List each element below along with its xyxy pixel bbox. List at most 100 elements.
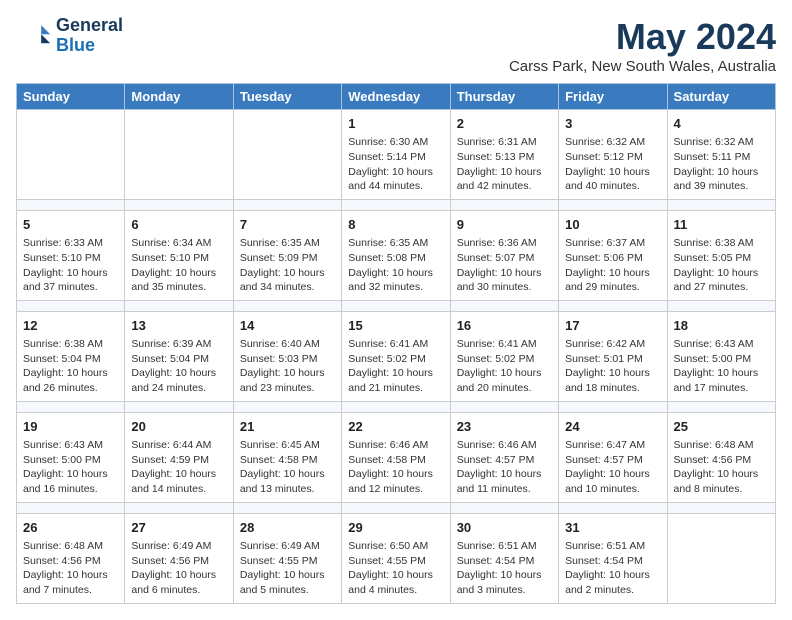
calendar-cell: 25Sunrise: 6:48 AM Sunset: 4:56 PM Dayli… (667, 412, 775, 502)
day-number: 1 (348, 115, 443, 133)
day-number: 23 (457, 418, 552, 436)
header-saturday: Saturday (667, 84, 775, 110)
day-info: Sunrise: 6:43 AM Sunset: 5:00 PM Dayligh… (674, 337, 769, 396)
calendar-cell: 20 Sunrise: 6:44 AM Sunset: 4:59 PM Dayli… (125, 412, 233, 502)
day-number: 7 (240, 216, 335, 234)
day-number: 30 (457, 519, 552, 537)
header-sunday: Sunday (17, 84, 125, 110)
calendar-header-row: SundayMondayTuesdayWednesdayThursdayFrid… (17, 84, 776, 110)
day-number: 4 (674, 115, 769, 133)
day-number: 5 (23, 216, 118, 234)
day-number: 21 (240, 418, 335, 436)
day-number: 10 (565, 216, 660, 234)
day-number: 29 (348, 519, 443, 537)
day-info: Sunrise: 6:40 AM Sunset: 5:03 PM Dayligh… (240, 337, 335, 396)
logo-icon (16, 18, 52, 54)
calendar-week-2: 5 Sunrise: 6:33 AM Sunset: 5:10 PM Daylig… (17, 210, 776, 300)
day-info: Sunrise: 6:37 AM Sunset: 5:06 PM Dayligh… (565, 236, 660, 295)
header-monday: Monday (125, 84, 233, 110)
week-separator (17, 300, 776, 311)
calendar-week-3: 12 Sunrise: 6:38 AM Sunset: 5:04 PM Dayli… (17, 311, 776, 401)
day-number: 15 (348, 317, 443, 335)
day-number: 19 (23, 418, 118, 436)
day-info: Sunrise: 6:43 AM Sunset: 5:00 PM Dayligh… (23, 438, 118, 497)
calendar-cell: 21Sunrise: 6:45 AM Sunset: 4:58 PM Dayli… (233, 412, 341, 502)
calendar-cell (667, 513, 775, 603)
day-info: Sunrise: 6:30 AM Sunset: 5:14 PM Dayligh… (348, 135, 443, 194)
day-info: Sunrise: 6:51 AM Sunset: 4:54 PM Dayligh… (565, 539, 660, 598)
day-info: Sunrise: 6:42 AM Sunset: 5:01 PM Dayligh… (565, 337, 660, 396)
calendar-cell: 17 Sunrise: 6:42 AM Sunset: 5:01 PM Dayli… (559, 311, 667, 401)
day-info: Sunrise: 6:50 AM Sunset: 4:55 PM Dayligh… (348, 539, 443, 598)
calendar-cell: 13Sunrise: 6:39 AM Sunset: 5:04 PM Dayli… (125, 311, 233, 401)
header-tuesday: Tuesday (233, 84, 341, 110)
day-info: Sunrise: 6:39 AM Sunset: 5:04 PM Dayligh… (131, 337, 226, 396)
calendar-cell: 31 Sunrise: 6:51 AM Sunset: 4:54 PM Dayli… (559, 513, 667, 603)
day-number: 3 (565, 115, 660, 133)
calendar-cell (233, 110, 341, 200)
calendar-cell: 23 Sunrise: 6:46 AM Sunset: 4:57 PM Dayli… (450, 412, 558, 502)
calendar-cell: 12 Sunrise: 6:38 AM Sunset: 5:04 PM Dayli… (17, 311, 125, 401)
calendar-cell: 7Sunrise: 6:35 AM Sunset: 5:09 PM Daylig… (233, 210, 341, 300)
calendar-cell: 29 Sunrise: 6:50 AM Sunset: 4:55 PM Dayli… (342, 513, 450, 603)
header-thursday: Thursday (450, 84, 558, 110)
calendar-cell: 14 Sunrise: 6:40 AM Sunset: 5:03 PM Dayli… (233, 311, 341, 401)
calendar-cell: 9 Sunrise: 6:36 AM Sunset: 5:07 PM Daylig… (450, 210, 558, 300)
day-info: Sunrise: 6:38 AM Sunset: 5:04 PM Dayligh… (23, 337, 118, 396)
calendar-cell: 28 Sunrise: 6:49 AM Sunset: 4:55 PM Dayli… (233, 513, 341, 603)
calendar-cell: 2Sunrise: 6:31 AM Sunset: 5:13 PM Daylig… (450, 110, 558, 200)
day-info: Sunrise: 6:31 AM Sunset: 5:13 PM Dayligh… (457, 135, 552, 194)
day-number: 20 (131, 418, 226, 436)
calendar-cell: 15 Sunrise: 6:41 AM Sunset: 5:02 PM Dayli… (342, 311, 450, 401)
calendar-cell: 8Sunrise: 6:35 AM Sunset: 5:08 PM Daylig… (342, 210, 450, 300)
day-info: Sunrise: 6:49 AM Sunset: 4:56 PM Dayligh… (131, 539, 226, 598)
day-info: Sunrise: 6:33 AM Sunset: 5:10 PM Dayligh… (23, 236, 118, 295)
page-header: General Blue May 2024 Carss Park, New So… (16, 16, 776, 75)
day-info: Sunrise: 6:36 AM Sunset: 5:07 PM Dayligh… (457, 236, 552, 295)
calendar-cell: 10 Sunrise: 6:37 AM Sunset: 5:06 PM Dayli… (559, 210, 667, 300)
location: Carss Park, New South Wales, Australia (509, 58, 776, 75)
day-number: 11 (674, 216, 769, 234)
day-info: Sunrise: 6:34 AM Sunset: 5:10 PM Dayligh… (131, 236, 226, 295)
logo-text-line2: Blue (56, 36, 123, 56)
calendar-cell: 6Sunrise: 6:34 AM Sunset: 5:10 PM Daylig… (125, 210, 233, 300)
title-block: May 2024 Carss Park, New South Wales, Au… (509, 16, 776, 75)
day-number: 28 (240, 519, 335, 537)
day-number: 16 (457, 317, 552, 335)
day-info: Sunrise: 6:48 AM Sunset: 4:56 PM Dayligh… (23, 539, 118, 598)
day-number: 27 (131, 519, 226, 537)
calendar-cell: 5 Sunrise: 6:33 AM Sunset: 5:10 PM Daylig… (17, 210, 125, 300)
month-title: May 2024 (509, 16, 776, 58)
calendar-cell (125, 110, 233, 200)
day-number: 31 (565, 519, 660, 537)
day-number: 24 (565, 418, 660, 436)
calendar-cell: 4Sunrise: 6:32 AM Sunset: 5:11 PM Daylig… (667, 110, 775, 200)
day-info: Sunrise: 6:48 AM Sunset: 4:56 PM Dayligh… (674, 438, 769, 497)
day-info: Sunrise: 6:44 AM Sunset: 4:59 PM Dayligh… (131, 438, 226, 497)
header-wednesday: Wednesday (342, 84, 450, 110)
day-number: 26 (23, 519, 118, 537)
calendar-cell (17, 110, 125, 200)
calendar-week-4: 19 Sunrise: 6:43 AM Sunset: 5:00 PM Dayli… (17, 412, 776, 502)
calendar-week-5: 26 Sunrise: 6:48 AM Sunset: 4:56 PM Dayli… (17, 513, 776, 603)
week-separator (17, 502, 776, 513)
header-friday: Friday (559, 84, 667, 110)
day-info: Sunrise: 6:32 AM Sunset: 5:12 PM Dayligh… (565, 135, 660, 194)
day-number: 12 (23, 317, 118, 335)
calendar-cell: 3 Sunrise: 6:32 AM Sunset: 5:12 PM Daylig… (559, 110, 667, 200)
calendar-cell: 26 Sunrise: 6:48 AM Sunset: 4:56 PM Dayli… (17, 513, 125, 603)
day-number: 9 (457, 216, 552, 234)
day-number: 14 (240, 317, 335, 335)
day-info: Sunrise: 6:46 AM Sunset: 4:57 PM Dayligh… (457, 438, 552, 497)
calendar-table: SundayMondayTuesdayWednesdayThursdayFrid… (16, 83, 776, 604)
day-info: Sunrise: 6:49 AM Sunset: 4:55 PM Dayligh… (240, 539, 335, 598)
week-separator (17, 199, 776, 210)
calendar-cell: 1 Sunrise: 6:30 AM Sunset: 5:14 PM Daylig… (342, 110, 450, 200)
calendar-cell: 24Sunrise: 6:47 AM Sunset: 4:57 PM Dayli… (559, 412, 667, 502)
day-info: Sunrise: 6:41 AM Sunset: 5:02 PM Dayligh… (348, 337, 443, 396)
calendar-cell: 22Sunrise: 6:46 AM Sunset: 4:58 PM Dayli… (342, 412, 450, 502)
logo-text-line1: General (56, 16, 123, 36)
calendar-cell: 19 Sunrise: 6:43 AM Sunset: 5:00 PM Dayli… (17, 412, 125, 502)
day-number: 22 (348, 418, 443, 436)
day-number: 17 (565, 317, 660, 335)
